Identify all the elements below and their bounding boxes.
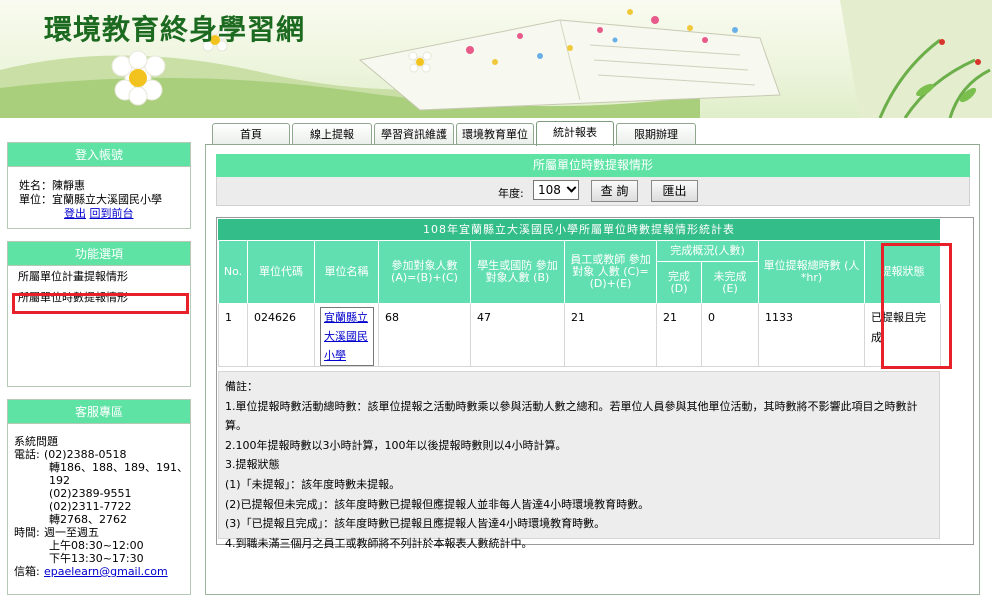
logout-link[interactable]: 登出: [64, 207, 86, 220]
unit-name-link[interactable]: 宜蘭縣立大溪國民小學: [320, 307, 374, 366]
name-label: 姓名：: [19, 179, 52, 192]
function-header: 功能選項: [8, 242, 190, 266]
user-unit: 宜蘭縣立大溪國民小學: [52, 193, 162, 206]
cell-undone: 0: [701, 303, 759, 367]
cell-students: 47: [470, 303, 565, 367]
th-participants: 參加對象人數 (A)=(B)+(C): [378, 240, 471, 304]
user-name: 陳靜惠: [52, 179, 85, 192]
th-staff: 員工或教師 參加對象 人數 (C)=(D)+(E): [564, 240, 657, 304]
table-row: 1 024626 宜蘭縣立大溪國民小學 68 47 21 21 0 1133 已…: [218, 303, 941, 367]
query-button[interactable]: 查 詢: [591, 180, 638, 202]
site-title: 環境教育終身學習網: [44, 13, 306, 46]
site-header: 環境教育終身學習網: [0, 0, 992, 118]
service-info: 系統問題 電話: (02)2388-0518 轉186、188、189、191、1…: [8, 424, 190, 578]
back-to-front-link[interactable]: 回到前台: [90, 207, 134, 220]
tel-3: (02)2311-7722: [49, 500, 132, 513]
service-header: 客服專區: [8, 400, 190, 424]
note-line: (3)「已提報且完成」：該年度時數已提報且應提報人皆達4小時環境教育時數。: [225, 517, 606, 531]
tel-ext-3: 轉2768、2762: [49, 513, 127, 526]
year-label: 年度:: [498, 187, 524, 200]
stats-table: No. 單位代碼 單位名稱 參加對象人數 (A)=(B)+(C) 學生或國防 參…: [218, 240, 941, 367]
login-links: 登出 回到前台: [8, 207, 190, 221]
note-line: (2)已提報但未完成」：該年度時數已提報但應提報人並非每人皆達4小時環境教育時數…: [225, 497, 650, 511]
highlight-box-status: [881, 243, 952, 369]
highlight-box-menu: [12, 293, 189, 314]
tab-home[interactable]: 首頁: [212, 123, 290, 145]
th-completion: 完成概況(人數): [656, 240, 759, 262]
th-name: 單位名稱: [314, 240, 379, 304]
notes-panel: 備註： 1.單位提報時數活動總時數：該單位提報之活動時數乘以參與活動人數之總和。…: [218, 371, 940, 550]
menu-item-plan-report[interactable]: 所屬單位計畫提報情形: [8, 266, 190, 287]
main-content: 所屬單位時數提報情形 年度: 108 查 詢 匯出 108年宜蘭縣立大溪國民小學…: [205, 145, 980, 595]
note-line: 備註：: [225, 380, 258, 393]
filter-bar: 年度: 108 查 詢 匯出: [216, 177, 970, 206]
note-line: (1)「未提報」：該年度時數未提報。: [225, 477, 401, 491]
th-undone: 未完成 (E): [701, 261, 759, 304]
login-header: 登入帳號: [8, 143, 190, 167]
tab-env-units[interactable]: 環境教育單位: [456, 123, 534, 145]
report-panel: 108年宜蘭縣立大溪國民小學所屬單位時數提報情形統計表 No. 單位代碼 單位名…: [216, 217, 974, 550]
note-line: 4.到職未滿三個月之員工或教師將不列計於本報表人數統計中。: [225, 536, 533, 550]
cell-code: 024626: [247, 303, 315, 367]
service-days: 週一至週五: [44, 526, 99, 539]
cell-participants: 68: [378, 303, 471, 367]
tel-2: (02)2389-9551: [49, 487, 132, 500]
report-title: 108年宜蘭縣立大溪國民小學所屬單位時數提報情形統計表: [218, 219, 940, 240]
time-label: 時間:: [14, 526, 40, 539]
system-issue-label: 系統問題: [14, 435, 58, 448]
note-line: 3.提報狀態: [225, 458, 280, 472]
note-line: 2.100年提報時數以3小時計算，100年以後提報時數則以4小時計算。: [225, 438, 567, 452]
mail-label: 信箱:: [14, 565, 40, 578]
page-title: 所屬單位時數提報情形: [216, 154, 970, 177]
service-panel: 客服專區 系統問題 電話: (02)2388-0518 轉186、188、189、…: [7, 399, 191, 595]
service-am: 上午08:30~12:00: [49, 539, 144, 552]
tab-statistics[interactable]: 統計報表: [536, 121, 614, 146]
cell-staff: 21: [564, 303, 657, 367]
cell-done: 21: [656, 303, 702, 367]
service-pm: 下午13:30~17:30: [49, 552, 144, 565]
th-code: 單位代碼: [247, 240, 315, 304]
export-button[interactable]: 匯出: [651, 180, 698, 202]
tab-online-report[interactable]: 線上提報: [292, 123, 372, 145]
th-hours: 單位提報總時數 (人*hr): [758, 240, 865, 304]
tab-deadline[interactable]: 限期辦理: [616, 123, 696, 145]
login-info: 姓名：陳靜惠 單位：宜蘭縣立大溪國民小學: [8, 167, 190, 207]
chevron-down-icon: [566, 182, 577, 193]
th-students: 學生或國防 參加對象人數 (B): [470, 240, 565, 304]
unit-label: 單位：: [19, 193, 52, 206]
tab-learning-info[interactable]: 學習資訊維護: [374, 123, 454, 145]
th-no: No.: [218, 240, 248, 304]
tel-ext-1: 轉186、188、189、191、192: [49, 461, 188, 487]
cell-hours: 1133: [758, 303, 865, 367]
cell-no: 1: [218, 303, 248, 367]
tel-1: (02)2388-0518: [44, 448, 127, 461]
th-done: 完成 (D): [656, 261, 702, 304]
year-value: 108: [538, 183, 561, 197]
function-menu: 功能選項 所屬單位計畫提報情形 所屬單位時數提報情形: [7, 241, 191, 387]
tel-label: 電話:: [14, 448, 40, 461]
note-line: 1.單位提報時數活動總時數：該單位提報之活動時數乘以參與活動人數之總和。若單位人…: [225, 399, 918, 433]
email-link[interactable]: epaelearn@gmail.com: [44, 565, 190, 578]
login-panel: 登入帳號 姓名：陳靜惠 單位：宜蘭縣立大溪國民小學 登出 回到前台: [7, 142, 191, 229]
year-select[interactable]: 108: [533, 180, 579, 200]
